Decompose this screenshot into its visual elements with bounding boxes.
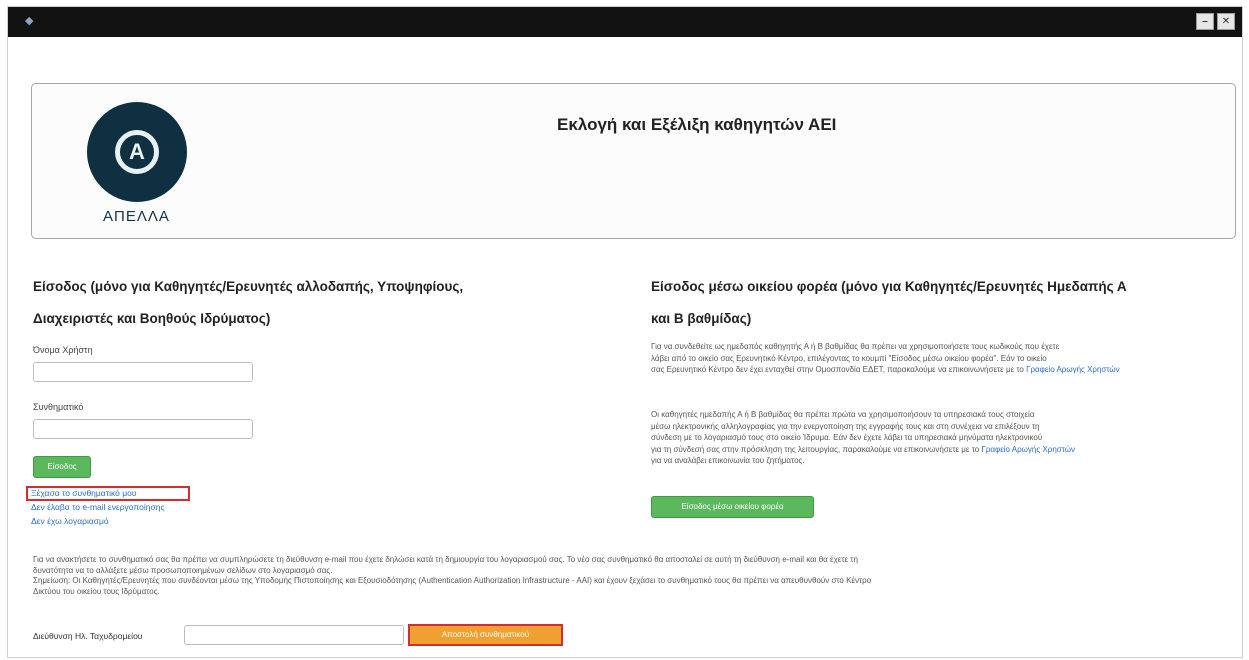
federated-login-title-line1: Είσοδος μέσω οικείου φορέα (μόνο για Καθ… <box>651 279 1127 294</box>
activation-email-link[interactable]: Δεν έλαβα το e-mail ενεργοποίησης <box>31 502 165 512</box>
para2-tail: για να αναλάβει επικοινωνία του ζητήματο… <box>651 456 805 465</box>
username-input[interactable] <box>33 362 253 382</box>
federated-info-paragraph-2: Οι καθηγητές ημεδαπής Α ή Β βαθμίδας θα … <box>651 409 1236 467</box>
federated-login-title-line2: και Β βαθμίδας) <box>651 311 752 326</box>
federated-login-button[interactable]: Είσοδος μέσω οικείου φορέα <box>651 496 814 518</box>
para1-line: σας Ερευνητικό Κέντρο δεν έχει ενταχθεί … <box>651 365 1024 374</box>
note-line: Δικτύου του οικείου τους Ιδρύματος. <box>33 586 160 596</box>
apella-logo: A <box>87 102 187 202</box>
password-input[interactable] <box>33 419 253 439</box>
email-label: Διεύθυνση Ηλ. Ταχυδρομείου <box>33 631 143 641</box>
local-login-title-line2: Διαχειριστές και Βοηθούς Ιδρύματος) <box>33 311 271 326</box>
note-line: Για να ανακτήσετε το συνθηματικό σας θα … <box>33 555 858 564</box>
password-label: Συνθηματικό <box>33 402 84 412</box>
app-window: ◆ ⎯ ✕ A ΑΠΕΛΛΑ Εκλογή και Εξέλιξη καθηγη… <box>7 6 1243 658</box>
at-sign-icon: A <box>115 130 159 174</box>
logo-text: ΑΠΕΛΛΑ <box>103 208 170 225</box>
para1-line: λάβει από το οικείο σας Ερευνητικό Κέντρ… <box>651 353 1047 363</box>
password-reset-note: Για να ανακτήσετε το συνθηματικό σας θα … <box>33 555 1233 597</box>
title-bar: ◆ ⎯ ✕ <box>8 7 1242 37</box>
federated-info-paragraph-1: Για να συνδεθείτε ως ημεδαπός καθηγητής … <box>651 341 1236 376</box>
local-login-title-line1: Είσοδος (μόνο για Καθηγητές/Ερευνητές αλ… <box>33 279 464 294</box>
helpdesk-link[interactable]: Γραφείο Αρωγής Χρηστών <box>1026 365 1120 374</box>
close-button[interactable]: ✕ <box>1217 13 1235 30</box>
para1-line: Για να συνδεθείτε ως ημεδαπός καθηγητής … <box>651 342 1060 351</box>
note-line: δυνατότητα να το αλλάξετε μέσω προσωποπο… <box>33 565 333 575</box>
page-title: Εκλογή και Εξέλιξη καθηγητών ΑΕΙ <box>557 115 837 134</box>
para2-line: μέσω ηλεκτρονικής αλληλογραφίας για την … <box>651 421 1040 431</box>
username-label: Όνομα Χρήστη <box>33 345 93 355</box>
para2-line: σύνδεση με το λογαριασμό τους στο οικείο… <box>651 433 1043 442</box>
forgot-password-link[interactable]: Ξέχασα το συνθηματικό μου <box>31 488 136 498</box>
para2-line: Οι καθηγητές ημεδαπής Α ή Β βαθμίδας θα … <box>651 410 1035 419</box>
register-link[interactable]: Δεν έχω λογαριασμό <box>31 516 109 526</box>
email-input[interactable] <box>184 625 404 645</box>
para2-line: για τη σύνδεσή σας στην πρόσκληση της λε… <box>651 444 980 454</box>
note-line: Σημείωση: Οι Καθηγητές/Ερευνητές που συν… <box>33 576 872 585</box>
minimize-button[interactable]: ⎯ <box>1196 13 1214 30</box>
header-panel: A ΑΠΕΛΛΑ Εκλογή και Εξέλιξη καθηγητών ΑΕ… <box>31 83 1236 239</box>
login-button[interactable]: Είσοδος <box>33 456 91 478</box>
helpdesk-link-2[interactable]: Γραφείο Αρωγής Χρηστών <box>981 445 1075 454</box>
app-icon: ◆ <box>25 15 34 27</box>
send-password-button[interactable]: Αποστολή συνθηματικού <box>408 624 563 646</box>
